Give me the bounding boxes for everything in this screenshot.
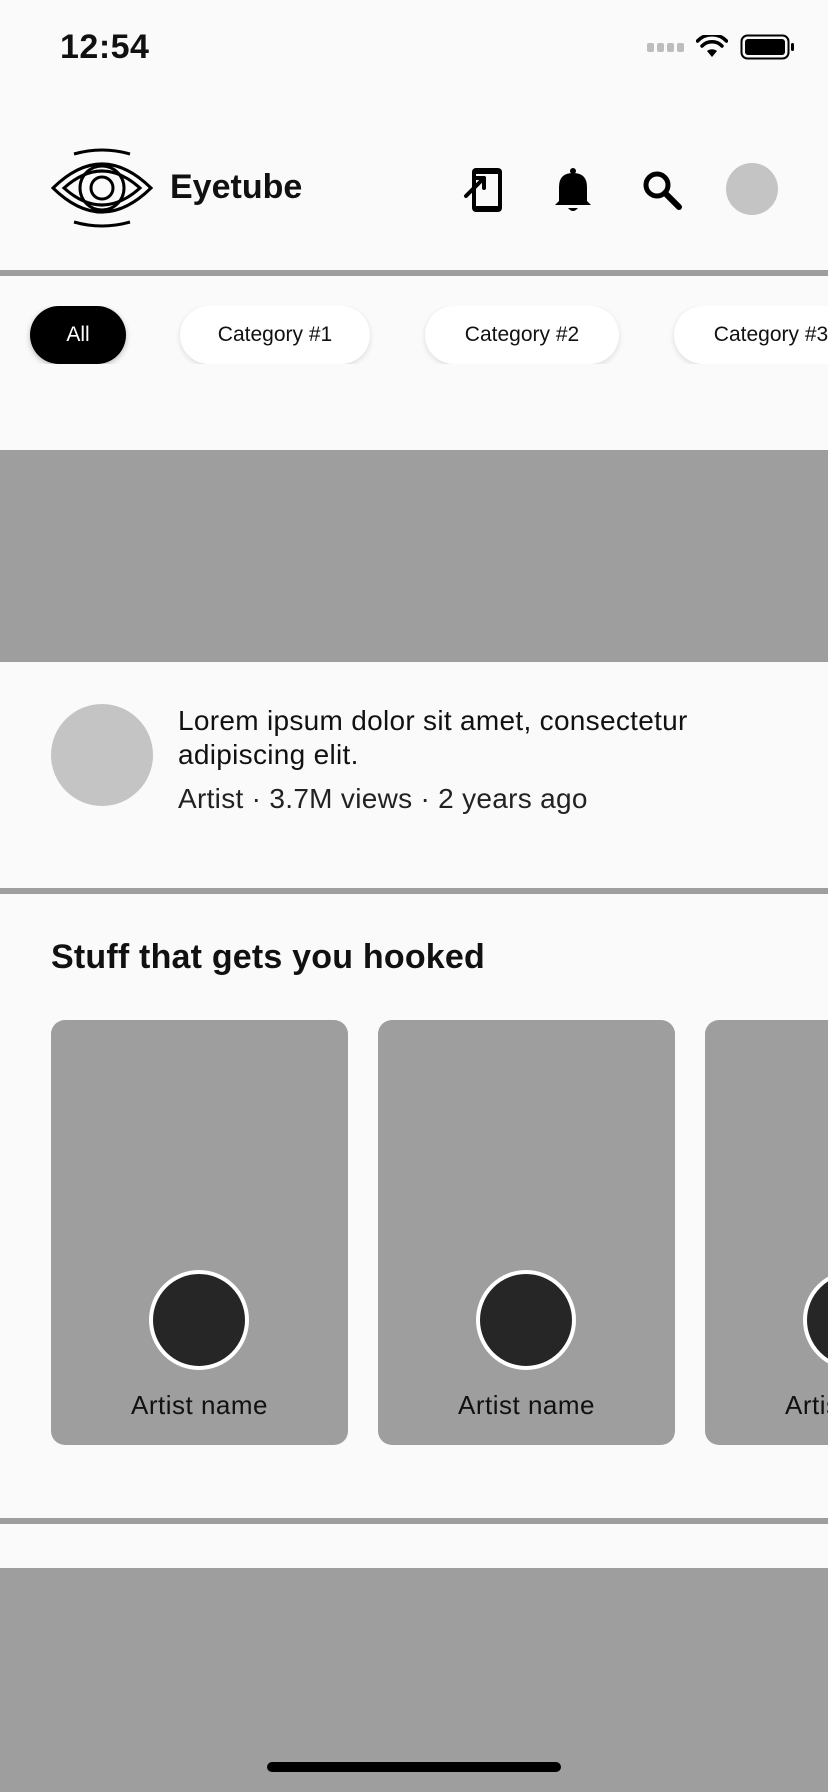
- channel-avatar[interactable]: [51, 704, 153, 806]
- video-info: Lorem ipsum dolor sit amet, consectetur …: [0, 700, 828, 820]
- artist-name: Artist name: [458, 1390, 595, 1420]
- cellular-signal-icon: [647, 42, 684, 52]
- artist-cards-row: Artist name Artist name Artist name: [0, 1020, 828, 1445]
- section-title: Stuff that gets you hooked: [51, 938, 485, 976]
- artist-card[interactable]: Artist name: [378, 1020, 675, 1445]
- status-time: 12:54: [60, 28, 150, 66]
- home-screen: 12:54 Eyetube All Category #1 Category #…: [0, 0, 828, 1792]
- chip-all[interactable]: All: [30, 306, 126, 364]
- bell-icon: [555, 168, 591, 211]
- battery-icon: [740, 34, 794, 60]
- cast-button[interactable]: [458, 164, 510, 216]
- home-indicator[interactable]: [267, 1762, 561, 1772]
- bottom-divider: [0, 1518, 828, 1524]
- artist-card[interactable]: Artist name: [51, 1020, 348, 1445]
- chip-category-1[interactable]: Category #1: [180, 306, 370, 364]
- category-chips: All Category #1 Category #2 Category #3: [0, 306, 828, 364]
- section-divider: [0, 888, 828, 894]
- artist-avatar: [149, 1270, 249, 1370]
- chip-category-3[interactable]: Category #3: [674, 306, 828, 364]
- app-header: Eyetube: [0, 140, 828, 240]
- notifications-button[interactable]: [547, 164, 599, 216]
- video-thumbnail[interactable]: [0, 450, 828, 662]
- search-icon: [643, 171, 682, 210]
- header-divider: [0, 270, 828, 276]
- artist-name: Artist name: [131, 1390, 268, 1420]
- video-meta: Artist · 3.7M views · 2 years ago: [178, 783, 588, 814]
- cast-device-icon: [464, 168, 502, 212]
- profile-avatar[interactable]: [726, 163, 778, 215]
- video-title[interactable]: Lorem ipsum dolor sit amet, consectetur …: [178, 704, 808, 772]
- status-bar: 12:54: [0, 0, 828, 100]
- eye-logo-icon[interactable]: [50, 148, 154, 228]
- chip-category-2[interactable]: Category #2: [425, 306, 619, 364]
- search-button[interactable]: [636, 164, 688, 216]
- artist-card[interactable]: Artist name: [705, 1020, 828, 1445]
- app-title: Eyetube: [170, 168, 303, 206]
- video-thumbnail[interactable]: [0, 1568, 828, 1792]
- artist-avatar: [476, 1270, 576, 1370]
- wifi-icon: [696, 35, 728, 57]
- status-icons: [647, 34, 796, 60]
- artist-name: Artist name: [785, 1390, 828, 1420]
- artist-avatar: [803, 1270, 828, 1370]
